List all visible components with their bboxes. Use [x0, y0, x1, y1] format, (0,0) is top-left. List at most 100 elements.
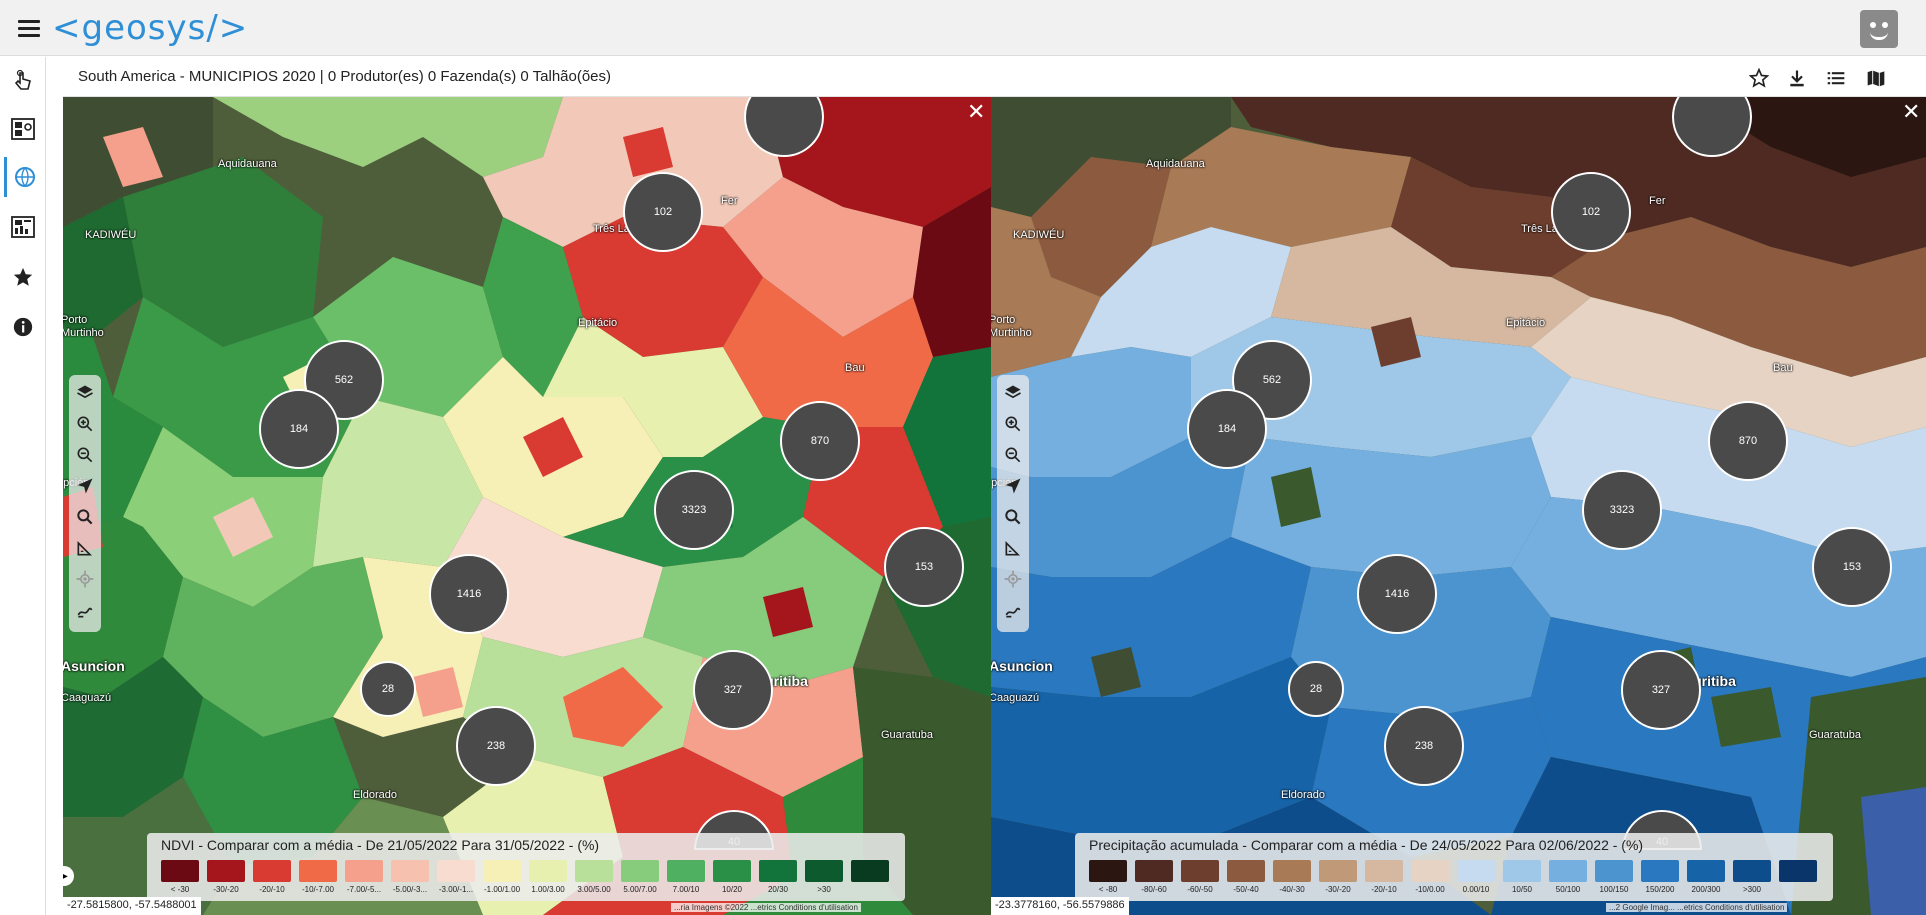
- legend-swatch: [529, 860, 567, 882]
- legend-range-label: -1.00/1.00: [483, 885, 521, 894]
- place-label: Fer: [1649, 195, 1666, 207]
- download-icon[interactable]: [1784, 65, 1810, 91]
- place-label: Eldorado: [353, 789, 398, 801]
- cluster-marker[interactable]: 184: [1187, 389, 1267, 469]
- left-map-panel[interactable]: Aquidauana KADIWÉU Porto Murtinho Três Lagoa…: [63, 97, 991, 915]
- legend-title: NDVI - Comparar com a média - De 21/05/2…: [161, 837, 600, 853]
- legend-range-label: 150/200: [1645, 885, 1675, 894]
- zoom-in-icon[interactable]: [73, 412, 97, 436]
- legend-range-label: 1.00/3.00: [531, 885, 565, 894]
- close-map-icon[interactable]: ✕: [1902, 101, 1920, 123]
- legend-range-label: 0.00/10: [1462, 885, 1490, 894]
- cluster-marker[interactable]: 28: [1288, 661, 1344, 717]
- cluster-marker[interactable]: 3323: [654, 470, 734, 550]
- left-sidebar: [0, 57, 46, 915]
- ndvi-map-canvas[interactable]: [63, 97, 991, 915]
- locate-arrow-icon[interactable]: [73, 474, 97, 498]
- legend-swatch: [161, 860, 199, 882]
- search-icon[interactable]: [1001, 505, 1025, 529]
- place-label: Bau: [845, 362, 865, 374]
- legend-range-label: < -30: [170, 885, 190, 894]
- gps-target-icon[interactable]: [1001, 567, 1025, 591]
- cluster-marker[interactable]: 102: [623, 172, 703, 252]
- layers-icon[interactable]: [1001, 381, 1025, 405]
- list-icon[interactable]: [1823, 65, 1849, 91]
- coordinate-readout: -23.3778160, -56.5579886: [991, 897, 1129, 915]
- legend-swatch: [1733, 860, 1771, 882]
- close-map-icon[interactable]: ✕: [967, 101, 985, 123]
- place-label: Aquidauana: [218, 158, 277, 170]
- legend-swatch: [299, 860, 337, 882]
- legend-swatch: [759, 860, 797, 882]
- report-icon[interactable]: [4, 207, 42, 247]
- legend-range-label: 50/100: [1555, 885, 1581, 894]
- pointer-hand-icon[interactable]: [4, 61, 42, 101]
- legend-swatch: [1135, 860, 1173, 882]
- legend-swatch: [1641, 860, 1679, 882]
- legend-swatch: [851, 860, 889, 882]
- user-avatar-icon[interactable]: [1860, 10, 1898, 48]
- cluster-marker[interactable]: 153: [884, 527, 964, 607]
- legend-swatch: [437, 860, 475, 882]
- zoom-in-icon[interactable]: [1001, 412, 1025, 436]
- geosys-logo[interactable]: <geosys/>: [52, 8, 248, 48]
- gps-target-icon[interactable]: [73, 567, 97, 591]
- draw-icon[interactable]: [73, 598, 97, 622]
- legend-range-label: -3.00/-1...: [438, 885, 474, 894]
- place-label: Caaguazú: [63, 692, 112, 704]
- cluster-marker[interactable]: 153: [1812, 527, 1892, 607]
- zoom-out-icon[interactable]: [1001, 443, 1025, 467]
- cluster-marker[interactable]: 238: [456, 706, 536, 786]
- place-label: Asuncion: [63, 658, 125, 674]
- cluster-marker[interactable]: 184: [259, 389, 339, 469]
- cluster-marker[interactable]: 3323: [1582, 470, 1662, 550]
- search-icon[interactable]: [73, 505, 97, 529]
- legend-range-label: < -80: [1098, 885, 1118, 894]
- layer-summary-text: South America - MUNICIPIOS 2020 | 0 Prod…: [78, 68, 612, 85]
- info-icon[interactable]: [4, 307, 42, 347]
- cluster-marker[interactable]: 102: [1551, 172, 1631, 252]
- legend-range-label: 20/30: [767, 885, 789, 894]
- right-map-panel[interactable]: Aquidauana KADIWÉU Porto Murtinho Três Lagoa…: [991, 97, 1926, 915]
- map-attribution: ...ria Imagens ©2022 ...etrics Condition…: [671, 903, 861, 912]
- place-label: Murtinho: [63, 327, 104, 339]
- cluster-marker[interactable]: 327: [1621, 650, 1701, 730]
- legend-range-label: -10/0.00: [1415, 885, 1445, 894]
- measure-ruler-icon[interactable]: [73, 536, 97, 560]
- legend-swatch: [713, 860, 751, 882]
- top-bar: <geosys/>: [0, 0, 1926, 56]
- place-label: Asuncion: [991, 658, 1053, 674]
- draw-icon[interactable]: [1001, 598, 1025, 622]
- place-label: KADIWÉU: [85, 229, 137, 241]
- zoom-out-icon[interactable]: [73, 443, 97, 467]
- legend-swatch: [667, 860, 705, 882]
- dashboard-map-icon[interactable]: [4, 109, 42, 149]
- hamburger-menu-icon[interactable]: [18, 20, 40, 38]
- star-icon[interactable]: [4, 257, 42, 297]
- layers-icon[interactable]: [73, 381, 97, 405]
- locate-arrow-icon[interactable]: [1001, 474, 1025, 498]
- legend-range-label: 100/150: [1599, 885, 1629, 894]
- legend-swatch: [1411, 860, 1449, 882]
- place-label: KADIWÉU: [1013, 229, 1065, 241]
- cluster-marker[interactable]: 1416: [1357, 554, 1437, 634]
- legend-swatch: [621, 860, 659, 882]
- measure-ruler-icon[interactable]: [1001, 536, 1025, 560]
- info-bar: South America - MUNICIPIOS 2020 | 0 Prod…: [63, 57, 1926, 97]
- place-label: Porto: [63, 314, 88, 326]
- cluster-marker[interactable]: 870: [1708, 401, 1788, 481]
- cluster-marker[interactable]: 28: [360, 661, 416, 717]
- cluster-marker[interactable]: 238: [1384, 706, 1464, 786]
- map-legend: NDVI - Comparar com a média - De 21/05/2…: [147, 833, 905, 901]
- map-icon[interactable]: [1863, 65, 1889, 91]
- place-label: Caaguazú: [991, 692, 1040, 704]
- cluster-marker[interactable]: 327: [693, 650, 773, 730]
- cluster-marker[interactable]: 1416: [429, 554, 509, 634]
- globe-icon[interactable]: [4, 157, 42, 197]
- precipitation-map-canvas[interactable]: [991, 97, 1926, 915]
- legend-swatch: [1549, 860, 1587, 882]
- cluster-marker[interactable]: 870: [780, 401, 860, 481]
- favorite-star-icon[interactable]: [1746, 65, 1772, 91]
- place-label: Guaratuba: [1809, 729, 1861, 741]
- map-toolbar: [997, 375, 1029, 632]
